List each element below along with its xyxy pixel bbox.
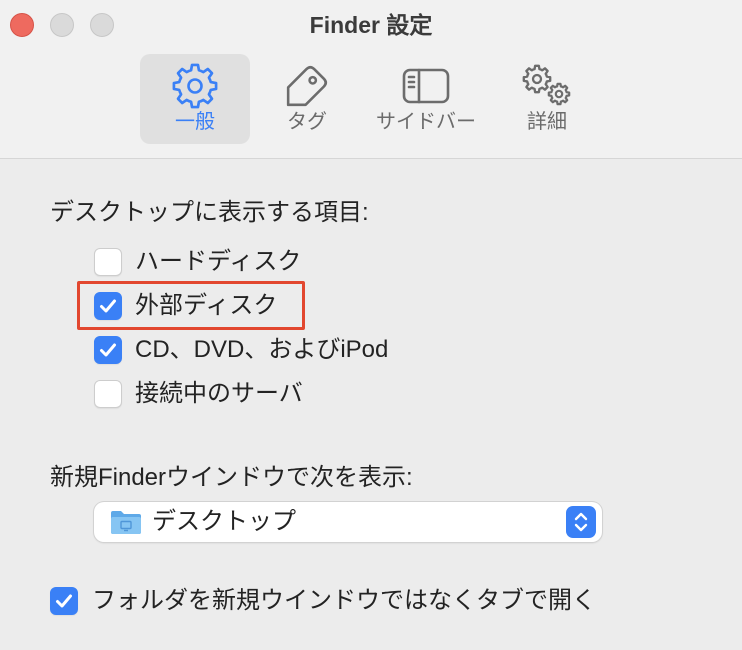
hard-disk-label: ハードディスク bbox=[135, 248, 302, 275]
tab-sidebar-label: サイドバー bbox=[376, 111, 476, 133]
cd-dvd-ipod-checkbox[interactable] bbox=[94, 336, 122, 364]
toolbar: Finder 設定 一般 タグ サイドバー 詳細 bbox=[0, 0, 742, 159]
gear-icon bbox=[172, 63, 218, 109]
gears-icon bbox=[522, 64, 571, 106]
finder-settings-window: Finder 設定 一般 タグ サイドバー 詳細 デスクトップに表示する項目: … bbox=[0, 0, 742, 650]
open-in-tabs-label: フォルダを新規ウインドウではなくタブで開く bbox=[92, 587, 596, 614]
open-in-tabs-checkbox[interactable] bbox=[50, 587, 78, 615]
new-window-heading: 新規Finderウインドウで次を表示: bbox=[50, 464, 413, 491]
tab-general-label: 一般 bbox=[175, 111, 215, 133]
annotation-highlight-box bbox=[77, 281, 305, 330]
folder-icon bbox=[111, 511, 141, 534]
desktop-items-heading: デスクトップに表示する項目: bbox=[50, 199, 369, 226]
hard-disk-checkbox[interactable] bbox=[94, 248, 122, 276]
connected-servers-label: 接続中のサーバ bbox=[135, 380, 303, 407]
tab-tags-label: タグ bbox=[287, 111, 327, 133]
tab-advanced[interactable]: 詳細 bbox=[492, 54, 602, 144]
tab-sidebar[interactable]: サイドバー bbox=[366, 54, 486, 144]
new-window-location-popup[interactable]: デスクトップ bbox=[94, 502, 602, 542]
connected-servers-checkbox[interactable] bbox=[94, 380, 122, 408]
checkmark-icon bbox=[56, 594, 72, 608]
tab-advanced-label: 詳細 bbox=[527, 111, 567, 133]
chevron-up-down-icon bbox=[574, 512, 588, 532]
popup-selected-value: デスクトップ bbox=[152, 508, 296, 535]
window-title: Finder 設定 bbox=[309, 12, 433, 38]
tab-general[interactable]: 一般 bbox=[140, 54, 250, 144]
sidebar-icon bbox=[402, 68, 450, 104]
checkmark-icon bbox=[100, 343, 116, 357]
cd-dvd-ipod-label: CD、DVD、およびiPod bbox=[135, 336, 389, 363]
popup-stepper[interactable] bbox=[566, 506, 596, 538]
tab-tags[interactable]: タグ bbox=[252, 54, 362, 144]
tag-icon bbox=[286, 65, 328, 107]
